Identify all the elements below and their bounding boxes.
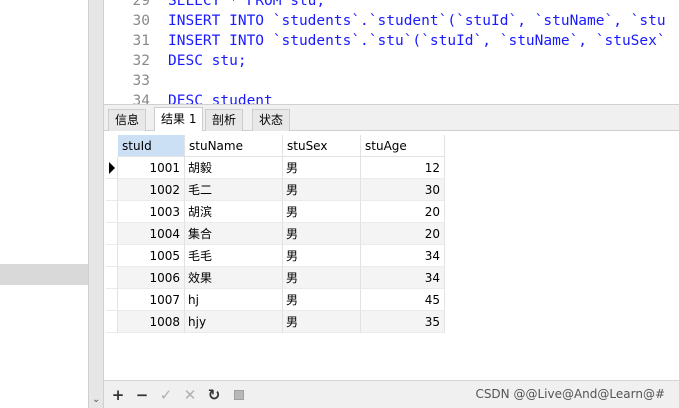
table-cell-stusex[interactable]: 男 <box>283 179 361 201</box>
tab-info[interactable]: 信息 <box>108 109 147 132</box>
table-cell-stuid[interactable]: 1006 <box>118 267 185 289</box>
table-cell-stuid[interactable]: 1008 <box>118 311 185 333</box>
table-cell-stuage[interactable]: 35 <box>361 311 445 333</box>
table-cell-stuage[interactable]: 20 <box>361 223 445 245</box>
tab-result-1[interactable]: 结果 1 <box>154 107 204 132</box>
table-cell-stuname[interactable]: 集合 <box>185 223 283 245</box>
tab-profile[interactable]: 剖析 <box>205 109 244 132</box>
table-cell-stuid[interactable]: 1001 <box>118 157 185 179</box>
sql-editor[interactable]: 29 SELECT * FROM stu; 30 INSERT INTO `st… <box>104 0 679 104</box>
table-cell-stuage[interactable]: 20 <box>361 201 445 223</box>
table-row[interactable]: 1004 集合男 20 <box>106 223 445 245</box>
table-cell-stuage[interactable]: 12 <box>361 157 445 179</box>
chevron-down-icon[interactable]: ⌄ <box>92 394 100 405</box>
row-selector[interactable] <box>106 245 118 267</box>
table-row[interactable]: 1001 胡毅男 12 <box>106 157 445 179</box>
table-row[interactable]: 1005 毛毛男 34 <box>106 245 445 267</box>
stop-icon[interactable] <box>234 390 244 400</box>
row-selector[interactable] <box>106 311 118 333</box>
table-cell-stuname[interactable]: 毛二 <box>185 179 283 201</box>
panel-splitter[interactable]: ⌄ <box>88 0 104 408</box>
line-number: 31 <box>132 33 150 49</box>
line-number: 34 <box>132 93 150 104</box>
code-text: DESC student <box>168 93 273 104</box>
table-cell-stusex[interactable]: 男 <box>283 157 361 179</box>
table-cell-stuname[interactable]: hj <box>185 289 283 311</box>
result-grid-area: stuId stuName stuSex stuAge 1001 胡毅男 12 100… <box>104 131 679 380</box>
line-number: 30 <box>132 13 150 29</box>
row-selector[interactable] <box>106 201 118 223</box>
code-text: INSERT INTO `students`.`stu`(`stuId`, `s… <box>168 33 666 49</box>
table-row[interactable]: 1008 hjy 男 35 <box>106 311 445 333</box>
table-row[interactable]: 1007 hj 男 45 <box>106 289 445 311</box>
line-number: 33 <box>132 73 150 89</box>
table-cell-stuid[interactable]: 1005 <box>118 245 185 267</box>
table-cell-stuid[interactable]: 1007 <box>118 289 185 311</box>
table-cell-stuname[interactable]: 胡滨 <box>185 201 283 223</box>
table-cell-stuid[interactable]: 1003 <box>118 201 185 223</box>
table-cell-stusex[interactable]: 男 <box>283 267 361 289</box>
line-number: 32 <box>132 53 150 69</box>
table-row[interactable]: 1002 毛二男 30 <box>106 179 445 201</box>
close-icon[interactable]: ✕ <box>180 385 200 405</box>
code-text: DESC stu; <box>168 53 247 69</box>
table-cell-stuage[interactable]: 30 <box>361 179 445 201</box>
row-pointer-icon <box>109 162 115 174</box>
row-selector[interactable] <box>106 157 118 179</box>
column-header-stuname[interactable]: stuName <box>185 135 283 157</box>
code-text: SELECT * FROM stu; <box>168 0 326 9</box>
table-cell-stusex[interactable]: 男 <box>283 245 361 267</box>
code-text: INSERT INTO `students`.`student`(`stuId`… <box>168 13 666 29</box>
table-cell-stuname[interactable]: hjy <box>185 311 283 333</box>
table-cell-stusex[interactable]: 男 <box>283 289 361 311</box>
line-number: 29 <box>132 0 150 9</box>
table-row[interactable]: 1006 效果男 34 <box>106 267 445 289</box>
row-selector[interactable] <box>106 223 118 245</box>
grid-toolbar: + − ✓ ✕ ↻ CSDN @@Live@And@Learn@# <box>104 380 679 408</box>
table-cell-stuname[interactable]: 毛毛 <box>185 245 283 267</box>
table-cell-stusex[interactable]: 男 <box>283 223 361 245</box>
table-cell-stuage[interactable]: 45 <box>361 289 445 311</box>
result-tabbar: 信息 结果 1 剖析 状态 <box>104 104 679 132</box>
minus-icon[interactable]: − <box>132 385 152 405</box>
row-selector[interactable] <box>106 267 118 289</box>
table-cell-stuname[interactable]: 效果 <box>185 267 283 289</box>
plus-icon[interactable]: + <box>108 385 128 405</box>
selected-tree-item[interactable] <box>0 264 88 285</box>
table-cell-stuname[interactable]: 胡毅 <box>185 157 283 179</box>
table-cell-stusex[interactable]: 男 <box>283 311 361 333</box>
watermark: CSDN @@Live@And@Learn@# <box>475 387 665 401</box>
column-header-stuid[interactable]: stuId <box>118 135 185 157</box>
object-browser-panel <box>0 0 88 408</box>
table-cell-stuage[interactable]: 34 <box>361 267 445 289</box>
table-cell-stuage[interactable]: 34 <box>361 245 445 267</box>
table-row[interactable]: 1003 胡滨男 20 <box>106 201 445 223</box>
row-selector[interactable] <box>106 179 118 201</box>
tab-status[interactable]: 状态 <box>252 109 291 132</box>
check-icon[interactable]: ✓ <box>156 385 176 405</box>
table-cell-stuid[interactable]: 1004 <box>118 223 185 245</box>
table-cell-stuid[interactable]: 1002 <box>118 179 185 201</box>
row-selector[interactable] <box>106 289 118 311</box>
column-header-stuage[interactable]: stuAge <box>361 135 445 157</box>
table-cell-stusex[interactable]: 男 <box>283 201 361 223</box>
column-header-stusex[interactable]: stuSex <box>283 135 361 157</box>
refresh-icon[interactable]: ↻ <box>204 385 224 405</box>
